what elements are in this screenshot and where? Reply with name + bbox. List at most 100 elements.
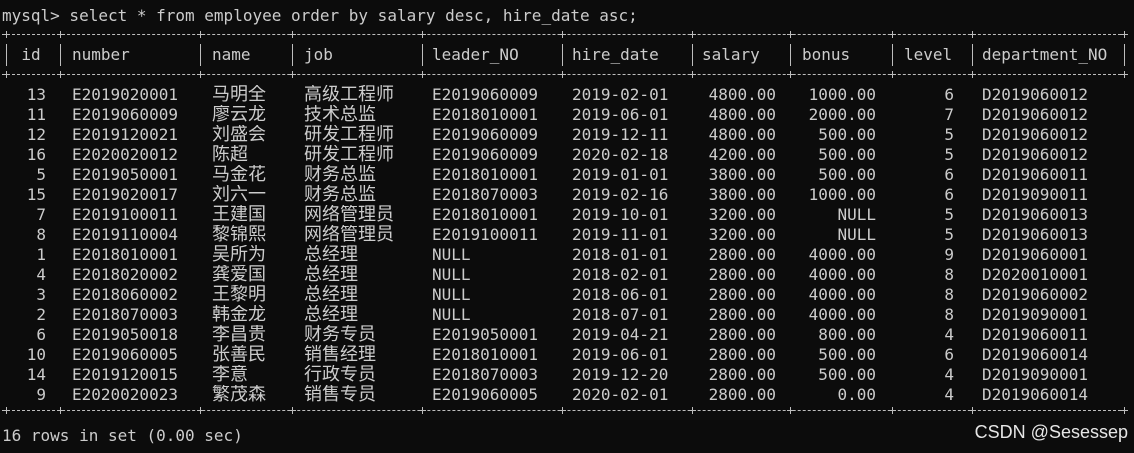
- cell-salary: 4200.00: [708, 145, 776, 164]
- cell-salary: 2800.00: [708, 385, 776, 404]
- cell-job: 研发工程师: [304, 125, 394, 145]
- cell-number: E2020020012: [72, 145, 178, 164]
- command-line[interactable]: mysql> select * from employee order by s…: [2, 6, 638, 26]
- cell-bonus: 500.00: [818, 145, 876, 164]
- cell-department-no: D2019060012: [982, 105, 1088, 124]
- cell-id: 7: [36, 205, 46, 224]
- cell-id: 8: [36, 225, 46, 244]
- cell-level: 6: [944, 345, 954, 364]
- cell-bonus: 0.00: [837, 385, 876, 404]
- cell-id: 13: [26, 85, 46, 104]
- cell-id: 16: [26, 145, 46, 164]
- cell-leader-no: E2018010001: [432, 345, 538, 364]
- cell-salary: 2800.00: [708, 345, 776, 364]
- cell-bonus: 500.00: [818, 125, 876, 144]
- cell-department-no: D2019060012: [982, 145, 1088, 164]
- terminal-window: { "terminal": { "prompt": "mysql>", "com…: [0, 0, 1134, 453]
- border-corner: [57, 31, 64, 38]
- cell-department-no: D2019090011: [982, 185, 1088, 204]
- cell-id: 4: [36, 265, 46, 284]
- cell-department-no: D2019060014: [982, 345, 1088, 364]
- border-corner: [559, 71, 566, 78]
- table-row: 13 E2019020001 马明全 高级工程师 E2019060009 2019-02-…: [2, 85, 1126, 105]
- cell-leader-no: E2018010001: [432, 165, 538, 184]
- column-separator: [692, 44, 694, 66]
- border-corner: [889, 71, 896, 78]
- table-row: 16 E2020020012 陈超 研发工程师 E2019060009 2020-02-1…: [2, 145, 1126, 165]
- border-corner: [889, 31, 896, 38]
- cell-bonus: 500.00: [818, 365, 876, 384]
- cell-hire-date: 2019-12-20: [572, 365, 669, 384]
- cell-salary: 3800.00: [708, 185, 776, 204]
- cell-name: 廖云龙: [212, 105, 266, 125]
- column-header-department-no: department_NO: [982, 45, 1108, 64]
- column-separator: [422, 44, 424, 66]
- cell-name: 马明全: [212, 85, 266, 105]
- cell-hire-date: 2019-11-01: [572, 225, 669, 244]
- border-corner: [689, 31, 696, 38]
- cell-salary: 4800.00: [708, 105, 776, 124]
- border-corner: [969, 31, 976, 38]
- cell-hire-date: 2019-12-11: [572, 125, 669, 144]
- cell-leader-no: E2018070003: [432, 185, 538, 204]
- cell-level: 7: [944, 105, 954, 124]
- cell-name: 繁茂森: [212, 385, 266, 405]
- cell-leader-no: NULL: [432, 245, 471, 264]
- cell-hire-date: 2019-06-01: [572, 105, 669, 124]
- cell-number: E2019020017: [72, 185, 178, 204]
- cell-department-no: D2019060013: [982, 225, 1088, 244]
- table-row: 11 E2019060009 廖云龙 技术总监 E2018010001 2019-06-0…: [2, 105, 1126, 125]
- cell-number: E2019100011: [72, 205, 178, 224]
- cell-bonus: 2000.00: [808, 105, 876, 124]
- table-row: 5 E2019050001 马金花 财务总监 E2018010001 2019-01-01…: [2, 165, 1126, 185]
- cell-salary: 2800.00: [708, 285, 776, 304]
- cell-job: 总经理: [304, 285, 358, 305]
- cell-leader-no: E2018070003: [432, 365, 538, 384]
- cell-bonus: 1000.00: [808, 185, 876, 204]
- cell-bonus: NULL: [837, 205, 876, 224]
- column-header-leader-no: leader_NO: [432, 45, 519, 64]
- border-corner: [57, 407, 64, 414]
- watermark: CSDN @Sesessep: [974, 422, 1128, 442]
- cell-job: 销售经理: [304, 345, 376, 365]
- column-separator: [972, 44, 974, 66]
- cell-hire-date: 2018-01-01: [572, 245, 669, 264]
- column-separator: [790, 44, 792, 66]
- border-corner: [787, 71, 794, 78]
- column-header-name: name: [212, 45, 251, 64]
- cell-number: E2019050018: [72, 325, 178, 344]
- cell-job: 高级工程师: [304, 85, 394, 105]
- column-separator: [562, 44, 564, 66]
- cell-department-no: D2019060014: [982, 385, 1088, 404]
- cell-id: 12: [26, 125, 46, 144]
- cell-name: 刘六一: [212, 185, 266, 205]
- cell-id: 1: [36, 245, 46, 264]
- table-row: 6 E2019050018 李昌贵 财务专员 E2019050001 2019-04-21…: [2, 325, 1126, 345]
- cell-number: E2018010001: [72, 245, 178, 264]
- cell-leader-no: E2019060005: [432, 385, 538, 404]
- cell-salary: 2800.00: [708, 265, 776, 284]
- cell-name: 李意: [212, 365, 248, 385]
- cell-level: 5: [944, 125, 954, 144]
- cell-level: 4: [944, 365, 954, 384]
- cell-number: E2019120015: [72, 365, 178, 384]
- cell-leader-no: NULL: [432, 305, 471, 324]
- cell-level: 6: [944, 165, 954, 184]
- cell-leader-no: E2019060009: [432, 85, 538, 104]
- column-separator: [892, 44, 894, 66]
- cell-number: E2019060005: [72, 345, 178, 364]
- cell-number: E2018060002: [72, 285, 178, 304]
- cell-department-no: D2019060013: [982, 205, 1088, 224]
- cell-bonus: 500.00: [818, 165, 876, 184]
- cell-department-no: D2019060012: [982, 125, 1088, 144]
- cell-name: 韩金龙: [212, 305, 266, 325]
- border-corner: [289, 31, 296, 38]
- cell-salary: 4800.00: [708, 125, 776, 144]
- border-corner: [1121, 71, 1128, 78]
- cell-job: 财务总监: [304, 165, 376, 185]
- cell-salary: 4800.00: [708, 85, 776, 104]
- cell-job: 技术总监: [304, 105, 376, 125]
- cell-job: 财务总监: [304, 185, 376, 205]
- cell-salary: 2800.00: [708, 245, 776, 264]
- cell-level: 4: [944, 385, 954, 404]
